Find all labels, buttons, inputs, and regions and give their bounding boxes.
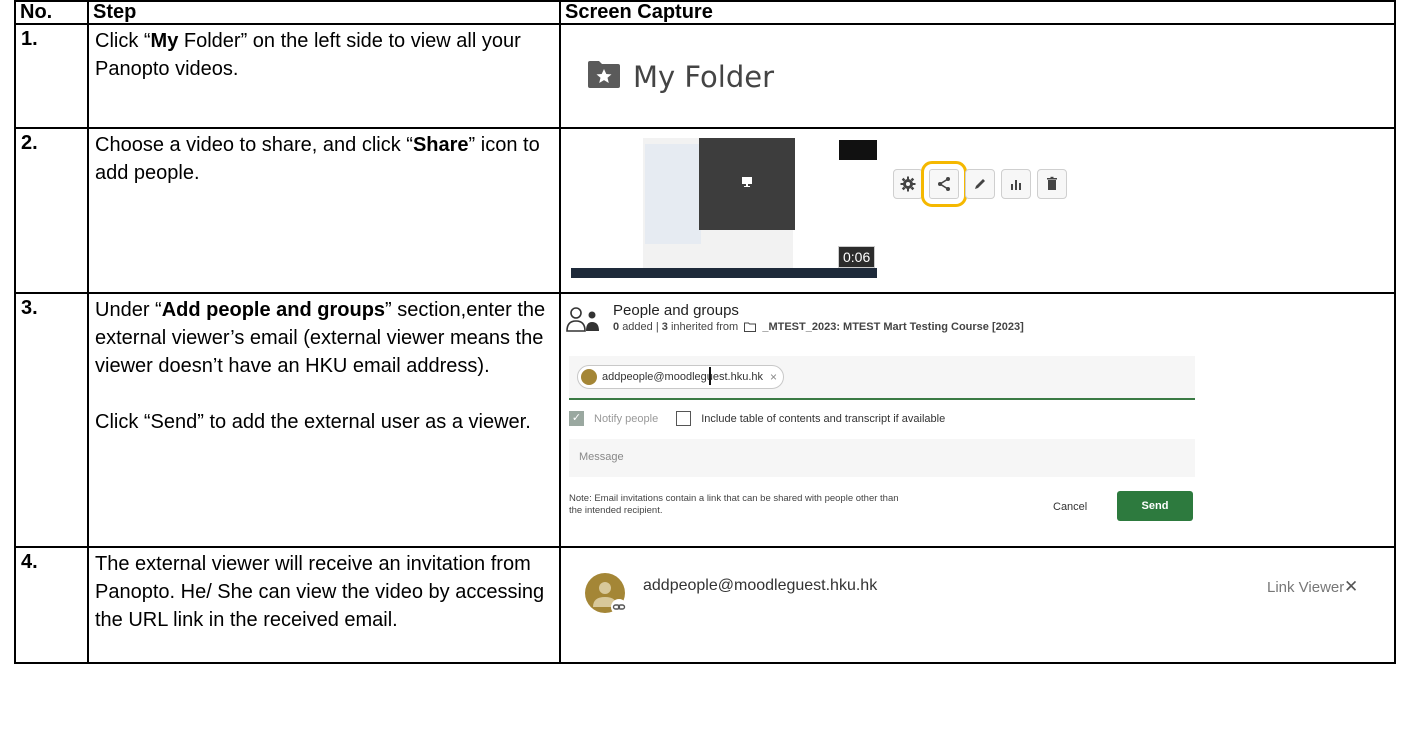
added-count: 0 <box>613 321 620 333</box>
screen-capture-2: 0:06 <box>559 127 1396 294</box>
message-placeholder: Message <box>579 451 624 463</box>
notify-options: ✓ Notify people Include table of content… <box>569 411 945 426</box>
include-label: Include table of contents and transcript… <box>701 412 946 425</box>
step-number: 4. <box>14 546 89 664</box>
stats-icon[interactable] <box>1001 169 1031 199</box>
viewer-email: addpeople@moodleguest.hku.hk <box>643 577 878 594</box>
step-row-3: 3. Under “Add people and groups” section… <box>14 292 1396 548</box>
step-number: 1. <box>14 23 89 129</box>
remove-viewer-icon[interactable]: ✕ <box>1344 577 1358 597</box>
email-note: Note: Email invitations contain a link t… <box>569 493 899 516</box>
video-toolbar <box>893 161 1067 207</box>
avatar <box>581 369 597 385</box>
added-label: added <box>622 321 653 333</box>
message-field[interactable]: Message <box>569 439 1195 477</box>
my-folder-label: My Folder <box>633 59 775 94</box>
summary-separator: | <box>655 321 659 333</box>
viewer-role[interactable]: Link Viewer <box>1267 579 1344 596</box>
people-icon <box>566 307 602 338</box>
text-run: Click “ <box>95 30 151 52</box>
notify-checkbox[interactable]: ✓ <box>569 411 584 426</box>
star-folder-icon <box>587 59 621 94</box>
notify-label: Notify people <box>594 412 659 425</box>
bold-text: Add people and groups <box>161 299 386 321</box>
bold-text: Share <box>412 134 469 156</box>
edit-icon[interactable] <box>965 169 995 199</box>
step-text: Under “Add people and groups” section,en… <box>87 292 561 548</box>
delete-icon[interactable] <box>1037 169 1067 199</box>
screen-capture-3: People and groups 0 added | 3 inherited … <box>559 292 1396 548</box>
text-run: The external viewer will receive an invi… <box>95 553 545 631</box>
email-chip[interactable]: addpeople@moodleguest.hku.hk × <box>577 365 785 389</box>
email-chip-text: addpeople@moodleguest.hku.hk <box>602 371 764 383</box>
send-button[interactable]: Send <box>1117 491 1193 521</box>
user-avatar <box>585 573 629 622</box>
inherited-label: inherited from <box>670 321 739 333</box>
step-number: 3. <box>14 292 89 548</box>
step-row-2: 2. Choose a video to share, and click “S… <box>14 127 1396 294</box>
screen-capture-1: My Folder <box>559 23 1396 129</box>
step-row-1: 1. Click “My Folder” on the left side to… <box>14 23 1396 129</box>
text-run: Click “Send” to add the external user as… <box>95 411 531 433</box>
inherited-count: 3 <box>661 321 668 333</box>
step-text: The external viewer will receive an invi… <box>87 546 561 664</box>
people-groups-summary: 0 added | 3 inherited from _MTEST_2023: … <box>613 321 1024 335</box>
remove-chip-icon[interactable]: × <box>770 370 777 384</box>
cancel-button[interactable]: Cancel <box>1053 501 1087 513</box>
header-no: No. <box>14 0 89 25</box>
text-caret <box>709 367 711 385</box>
email-input[interactable]: addpeople@moodleguest.hku.hk × <box>569 356 1195 400</box>
text-run: Under “ <box>95 299 162 321</box>
folder-icon <box>744 322 757 335</box>
step-text: Click “My Folder” on the left side to vi… <box>87 23 561 129</box>
settings-icon[interactable] <box>893 169 923 199</box>
people-groups-title: People and groups <box>613 302 739 319</box>
include-checkbox[interactable] <box>676 411 692 426</box>
course-link[interactable]: _MTEST_2023: MTEST Mart Testing Course [… <box>762 321 1023 333</box>
screen-capture-4: addpeople@moodleguest.hku.hk Link Viewer… <box>559 546 1396 664</box>
share-icon[interactable] <box>921 161 967 207</box>
step-row-4: 4. The external viewer will receive an i… <box>14 546 1396 664</box>
text-run: Choose a video to share, and click “ <box>95 134 413 156</box>
header-capture: Screen Capture <box>559 0 1396 25</box>
duration-badge: 0:06 <box>838 246 876 268</box>
video-thumbnail: 0:06 <box>571 138 877 278</box>
monitor-icon <box>742 177 752 187</box>
step-number: 2. <box>14 127 89 294</box>
step-text: Choose a video to share, and click “Shar… <box>87 127 561 294</box>
bold-text: My <box>150 30 179 52</box>
my-folder-item: My Folder <box>587 59 774 94</box>
instructions-table: No. Step Screen Capture 1. Click “My Fol… <box>14 0 1396 664</box>
header-step: Step <box>87 0 561 25</box>
header-row: No. Step Screen Capture <box>14 0 1396 25</box>
